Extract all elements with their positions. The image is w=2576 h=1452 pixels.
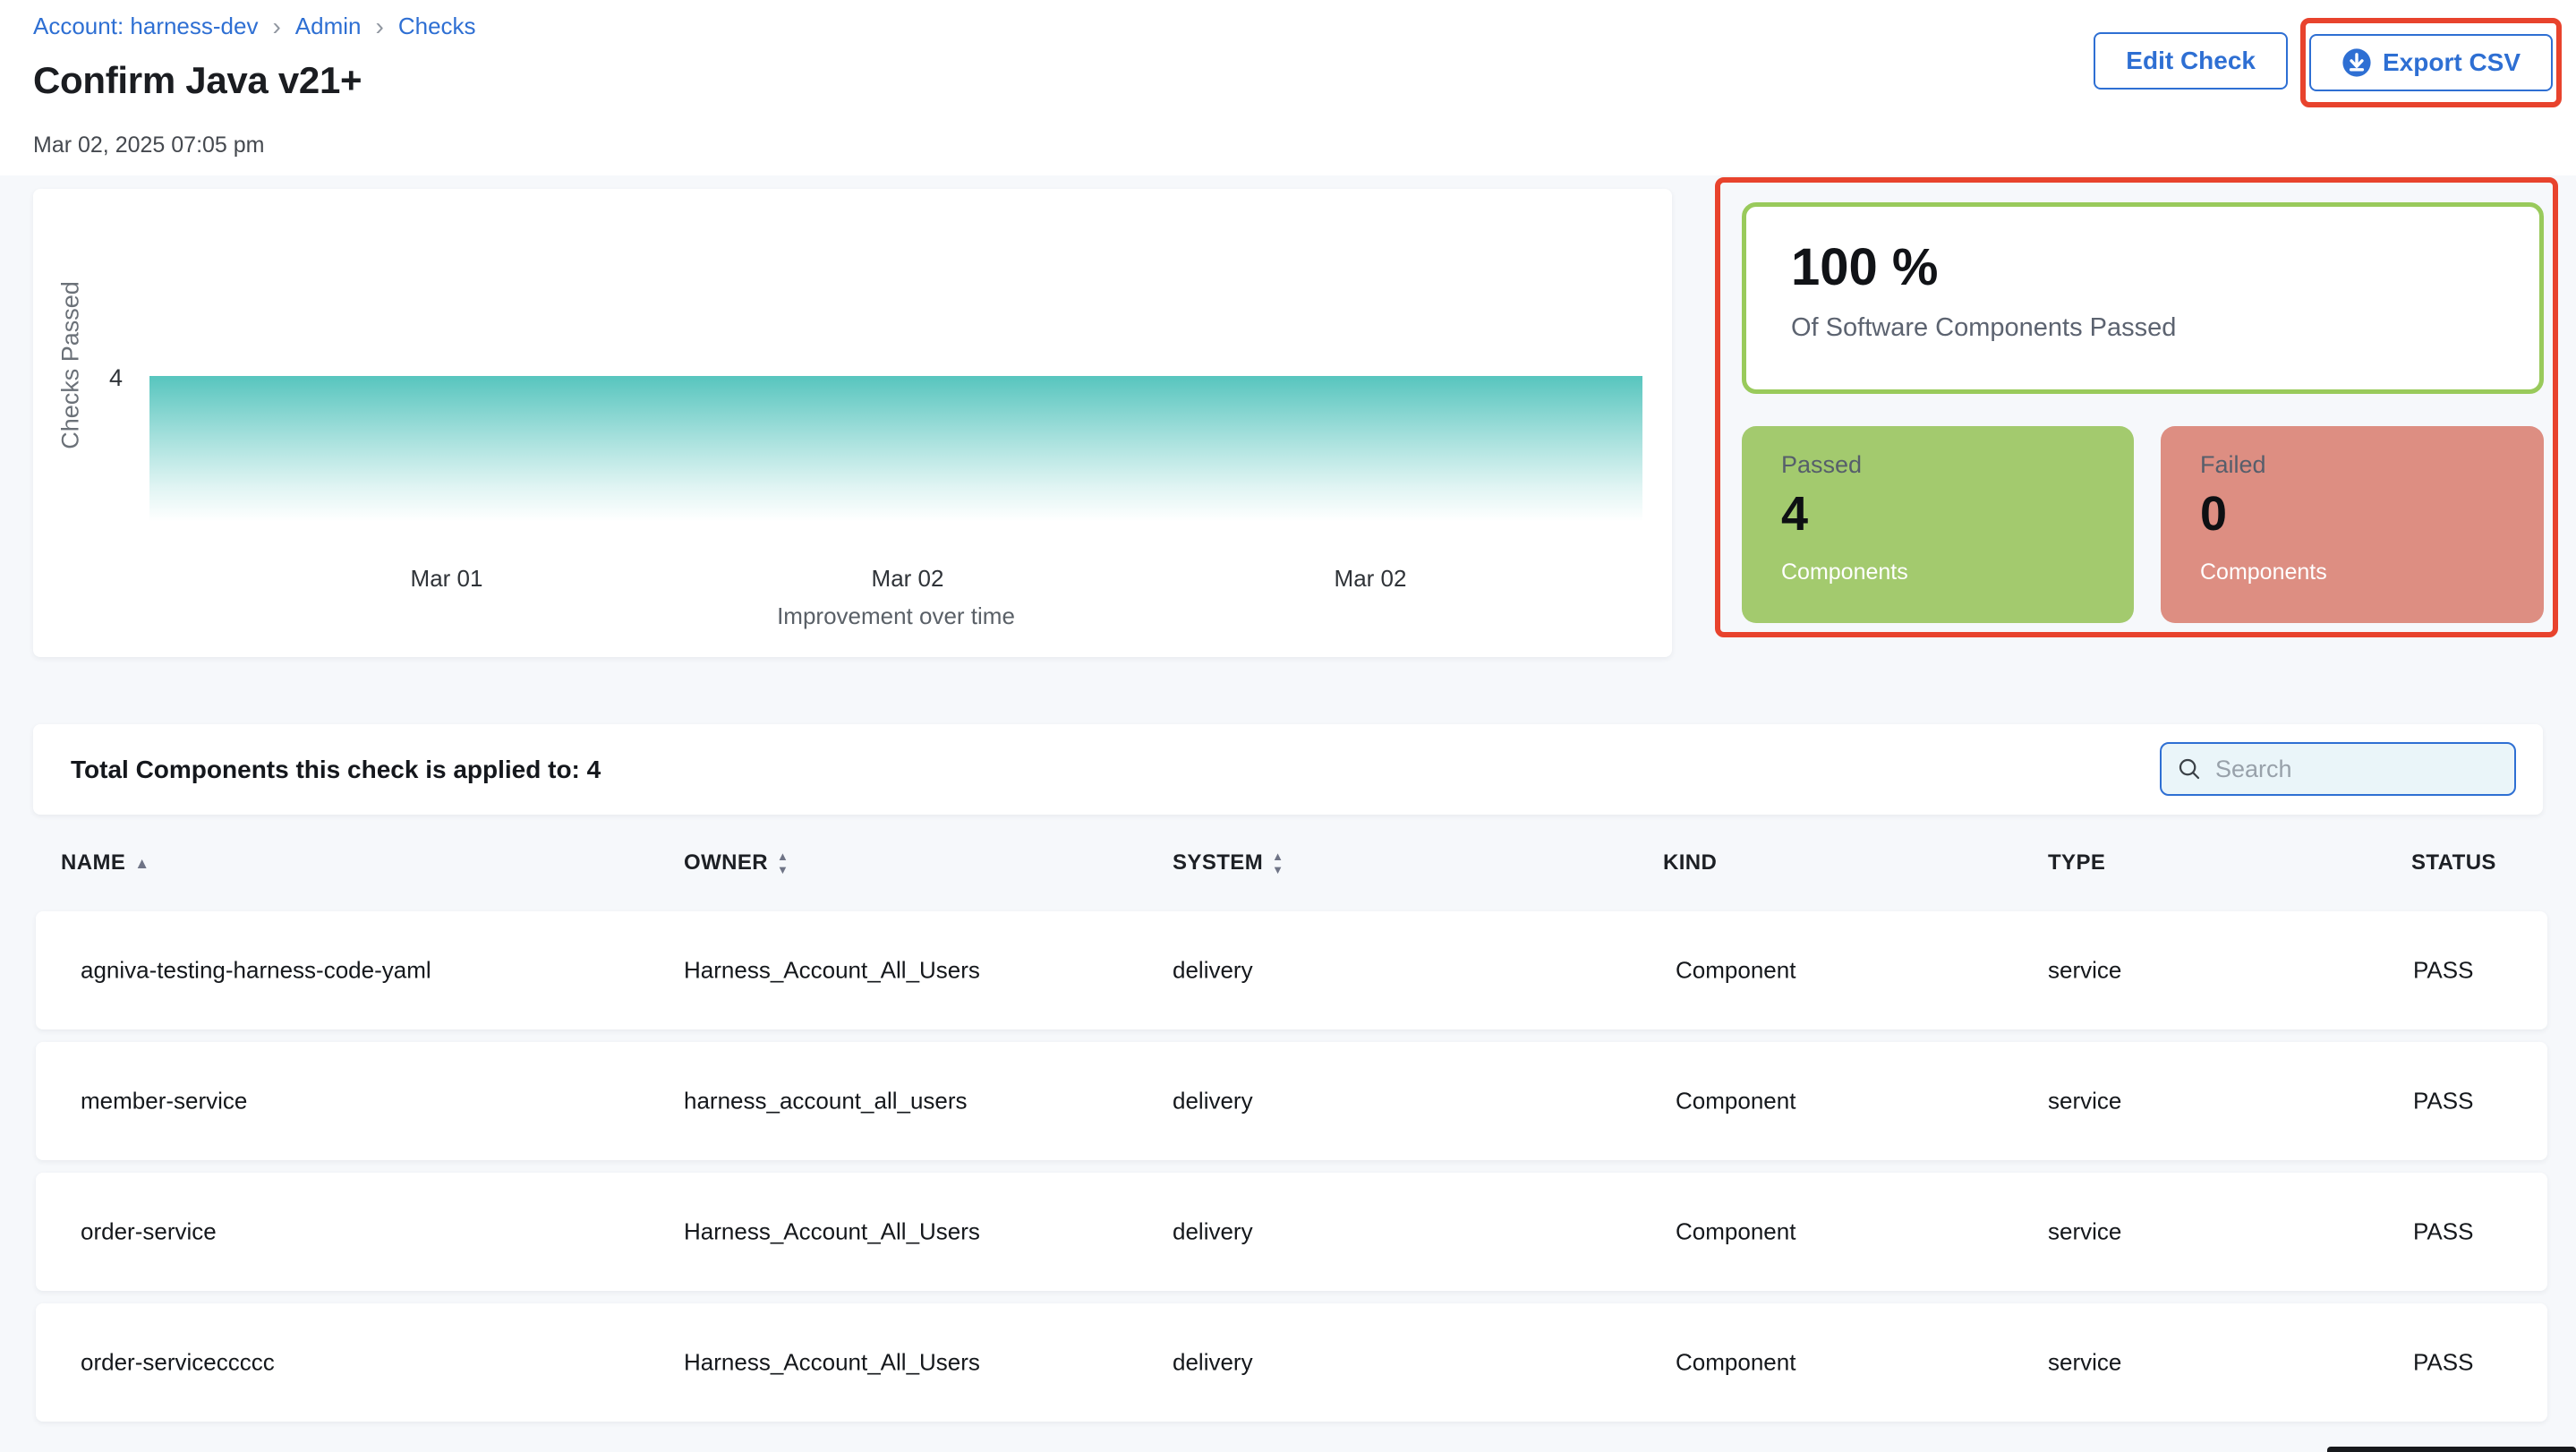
sort-up-arrow: ▲ [777, 850, 789, 862]
breadcrumb-separator-icon: › [376, 14, 384, 39]
export-csv-button[interactable]: Export CSV [2309, 34, 2553, 91]
column-header-status: STATUS [2411, 850, 2496, 875]
cell-system: delivery [1173, 1349, 1253, 1377]
table-row[interactable]: member-service harness_account_all_users… [36, 1042, 2547, 1160]
stats-panel-annotation-highlight: 100 % Of Software Components Passed Pass… [1715, 177, 2558, 637]
chart-x-tick: Mar 01 [357, 565, 536, 593]
column-header-type-label: TYPE [2048, 850, 2105, 875]
breadcrumb-admin-link[interactable]: Admin [295, 13, 362, 40]
failed-value: 0 [2200, 486, 2544, 542]
table-row[interactable]: agniva-testing-harness-code-yaml Harness… [36, 911, 2547, 1029]
column-header-status-label: STATUS [2411, 850, 2496, 875]
cell-status: PASS [2413, 1349, 2473, 1377]
page-header: Account: harness-dev › Admin › Checks Co… [0, 0, 2576, 175]
passed-unit: Components [1781, 559, 2134, 585]
cell-name: order-service [81, 1218, 217, 1246]
passed-value: 4 [1781, 486, 2134, 542]
failed-label: Failed [2200, 451, 2544, 479]
cell-kind: Component [1676, 1088, 1796, 1115]
cell-type: service [2048, 1349, 2121, 1377]
table-search-box[interactable] [2160, 742, 2516, 796]
chart-y-tick: 4 [69, 364, 123, 392]
checks-detail-page: Account: harness-dev › Admin › Checks Co… [0, 0, 2576, 1452]
cell-kind: Component [1676, 1349, 1796, 1377]
sort-both-icon: ▲ ▼ [1272, 850, 1284, 875]
cell-status: PASS [2413, 1088, 2473, 1115]
chart-x-axis-caption: Improvement over time [149, 602, 1642, 630]
cell-owner: Harness_Account_All_Users [684, 957, 980, 985]
breadcrumb-checks-link[interactable]: Checks [398, 13, 476, 40]
breadcrumb-separator-icon: › [272, 14, 280, 39]
export-csv-label: Export CSV [2383, 48, 2521, 77]
cell-kind: Component [1676, 957, 1796, 985]
cell-name: member-service [81, 1088, 247, 1115]
column-header-system[interactable]: SYSTEM ▲ ▼ [1173, 850, 1284, 875]
passed-components-card: Passed 4 Components [1742, 426, 2134, 623]
column-header-name[interactable]: NAME ▲ [61, 850, 150, 875]
export-csv-annotation-highlight: Export CSV [2300, 18, 2562, 107]
check-timestamp: Mar 02, 2025 07:05 pm [33, 132, 265, 158]
column-header-name-label: NAME [61, 850, 125, 875]
table-row[interactable]: order-serviceccccc Harness_Account_All_U… [36, 1303, 2547, 1422]
chart-x-tick: Mar 02 [1281, 565, 1460, 593]
column-header-system-label: SYSTEM [1173, 850, 1263, 875]
sort-up-arrow: ▲ [1272, 850, 1284, 862]
cell-owner: harness_account_all_users [684, 1088, 968, 1115]
table-header-row: NAME ▲ OWNER ▲ ▼ SYSTEM ▲ ▼ KIND TYPE ST… [0, 847, 2576, 883]
cell-owner: Harness_Account_All_Users [684, 1349, 980, 1377]
percent-passed-value: 100 % [1791, 237, 2539, 297]
passed-label: Passed [1781, 451, 2134, 479]
cell-status: PASS [2413, 1218, 2473, 1246]
cell-status: PASS [2413, 957, 2473, 985]
cell-kind: Component [1676, 1218, 1796, 1246]
download-icon [2341, 47, 2372, 78]
percent-passed-caption: Of Software Components Passed [1791, 313, 2539, 343]
column-header-kind-label: KIND [1663, 850, 1717, 875]
chart-area-series [149, 376, 1642, 525]
sort-down-arrow: ▼ [1272, 864, 1284, 875]
page-title: Confirm Java v21+ [33, 59, 362, 102]
sort-ascending-icon: ▲ [134, 856, 149, 871]
cell-name: order-serviceccccc [81, 1349, 275, 1377]
cell-owner: Harness_Account_All_Users [684, 1218, 980, 1246]
failed-components-card: Failed 0 Components [2161, 426, 2544, 623]
cell-system: delivery [1173, 957, 1253, 985]
cell-type: service [2048, 1088, 2121, 1115]
chart-x-tick: Mar 02 [818, 565, 997, 593]
search-input[interactable] [2215, 756, 2532, 783]
total-components-bar: Total Components this check is applied t… [33, 724, 2543, 815]
failed-unit: Components [2200, 559, 2544, 585]
header-actions: Edit Check Export CSV [2094, 18, 2562, 107]
cell-system: delivery [1173, 1218, 1253, 1246]
column-header-owner[interactable]: OWNER ▲ ▼ [684, 850, 789, 875]
checks-passed-chart: Checks Passed 4 Mar 01 Mar 02 Mar 02 Imp… [33, 189, 1672, 657]
cell-system: delivery [1173, 1088, 1253, 1115]
cell-name: agniva-testing-harness-code-yaml [81, 957, 431, 985]
column-header-kind: KIND [1663, 850, 1717, 875]
total-components-summary: Total Components this check is applied t… [71, 756, 601, 784]
edit-check-button[interactable]: Edit Check [2094, 32, 2288, 90]
breadcrumb: Account: harness-dev › Admin › Checks [33, 13, 476, 40]
column-header-type: TYPE [2048, 850, 2105, 875]
cell-type: service [2048, 1218, 2121, 1246]
search-icon [2176, 756, 2203, 782]
sort-both-icon: ▲ ▼ [777, 850, 789, 875]
percent-passed-card: 100 % Of Software Components Passed [1742, 202, 2544, 394]
breadcrumb-account-link[interactable]: Account: harness-dev [33, 13, 258, 40]
cell-type: service [2048, 957, 2121, 985]
table-row[interactable]: order-service Harness_Account_All_Users … [36, 1173, 2547, 1291]
column-header-owner-label: OWNER [684, 850, 768, 875]
bottom-toast-edge [2327, 1447, 2576, 1452]
sort-down-arrow: ▼ [777, 864, 789, 875]
